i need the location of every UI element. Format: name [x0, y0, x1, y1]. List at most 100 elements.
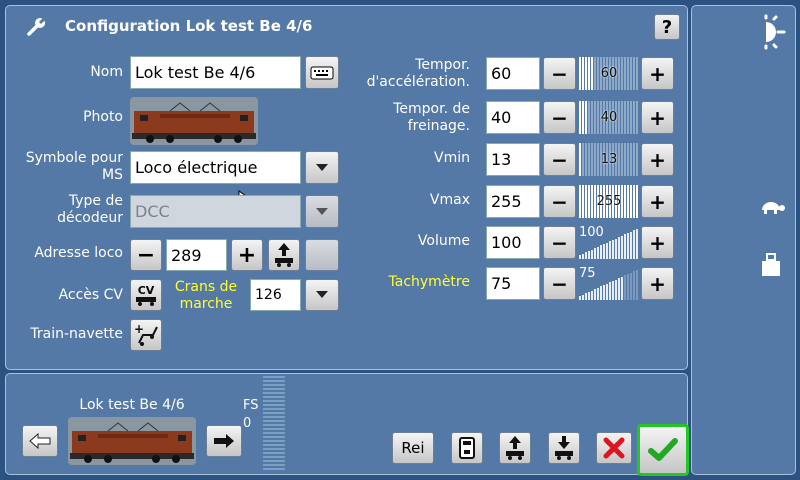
setting-minus-button[interactable]: −: [543, 101, 576, 134]
setting-value-field[interactable]: 75: [486, 267, 540, 300]
setting-minus-button[interactable]: −: [543, 226, 576, 259]
setting-slider[interactable]: 40: [579, 101, 639, 134]
ramp-tick: [621, 236, 623, 259]
help-button[interactable]: ?: [654, 14, 680, 40]
chevron-down-icon: [316, 207, 328, 215]
chevron-down-icon: [316, 291, 328, 298]
slider-value-label: 60: [600, 66, 618, 81]
ramp-tick: [615, 280, 617, 300]
keyboard-button[interactable]: [305, 56, 339, 89]
ramp-tick: [627, 233, 629, 259]
ramp-tick: [582, 254, 584, 259]
loco-photo[interactable]: [130, 97, 258, 145]
decodeur-label-1: Type de: [68, 193, 123, 209]
setting-value-field[interactable]: 255: [486, 185, 540, 218]
ramp-tick: [588, 251, 590, 259]
cv-button[interactable]: CV: [130, 279, 162, 311]
setting-slider[interactable]: 60: [579, 57, 639, 90]
decoder-button[interactable]: [451, 432, 483, 464]
setting-plus-button[interactable]: +: [641, 185, 674, 218]
setting-label-line2: Vmax: [429, 192, 470, 208]
ramp-tick: [585, 252, 587, 259]
setting-label-line2: Tachymètre: [388, 274, 470, 290]
symbole-label-1: Symbole pour: [25, 150, 123, 166]
read-loco-button[interactable]: [499, 432, 531, 464]
ramp-tick: [609, 282, 611, 300]
setting-value-field[interactable]: 60: [486, 57, 540, 90]
adresse-plus-button[interactable]: +: [231, 239, 263, 271]
setting-label-line2: Vmin: [434, 150, 470, 166]
ramp-tick: [600, 245, 602, 259]
setting-slider[interactable]: 13: [579, 143, 639, 176]
slider-value-label: 40: [600, 110, 618, 125]
ramp-tick: [594, 289, 596, 300]
confirm-button[interactable]: [637, 424, 689, 476]
setting-plus-button[interactable]: +: [641, 143, 674, 176]
setting-ramp[interactable]: 100: [579, 226, 639, 259]
ramp-tick: [630, 273, 632, 300]
setting-plus-button[interactable]: +: [641, 57, 674, 90]
next-loco-button[interactable]: [206, 425, 242, 457]
ramp-tick: [633, 271, 635, 300]
setting-label: Tempor. d'accélération.: [345, 57, 470, 91]
crans-select[interactable]: 126: [250, 279, 301, 311]
photo-label: Photo: [83, 109, 123, 125]
crans-dropdown-button[interactable]: [305, 279, 339, 311]
ramp-tick: [636, 229, 638, 259]
cancel-button[interactable]: [596, 432, 632, 464]
slider-value-label: 255: [596, 194, 622, 209]
ramp-tick: [606, 284, 608, 300]
setting-minus-button[interactable]: −: [543, 267, 576, 300]
train-navette-button[interactable]: +: [130, 319, 162, 351]
setting-value-field[interactable]: 100: [486, 226, 540, 259]
ramp-tick: [615, 239, 617, 259]
write-loco-button[interactable]: [548, 432, 580, 464]
setting-label-line1: Tempor.: [415, 57, 470, 73]
loco-icon: [136, 296, 156, 306]
setting-label-line2: Volume: [417, 233, 470, 249]
setting-plus-button[interactable]: +: [641, 267, 674, 300]
ramp-tick: [636, 270, 638, 300]
setting-value-field[interactable]: 13: [486, 143, 540, 176]
speed-bar[interactable]: [263, 376, 285, 472]
nom-field[interactable]: Lok test Be 4/6: [130, 56, 301, 89]
adresse-minus-button[interactable]: −: [130, 239, 162, 271]
ramp-tick: [603, 285, 605, 300]
adresse-label: Adresse loco: [34, 245, 123, 261]
setting-ramp[interactable]: 75: [579, 267, 639, 300]
ramp-tick: [630, 232, 632, 259]
setting-minus-button[interactable]: −: [543, 143, 576, 176]
setting-plus-button[interactable]: +: [641, 226, 674, 259]
setting-value-field[interactable]: 40: [486, 101, 540, 134]
adresse-field[interactable]: 289: [166, 239, 227, 271]
crans-label: Crans de marche: [168, 279, 244, 313]
symbole-select[interactable]: Loco électrique: [130, 151, 301, 184]
ramp-tick: [588, 292, 590, 300]
ramp-tick: [579, 255, 581, 259]
ramp-tick: [621, 277, 623, 300]
keyboard-icon: [310, 66, 334, 79]
setting-label: Vmax: [345, 192, 470, 209]
weight-icon[interactable]: [760, 253, 782, 277]
previous-loco-button[interactable]: [22, 425, 58, 457]
adresse-extra-button: [305, 239, 339, 271]
loco-read-button[interactable]: [268, 239, 300, 271]
decodeur-label: Type de décodeur: [30, 193, 123, 227]
ramp-tick: [585, 293, 587, 300]
setting-minus-button[interactable]: −: [543, 185, 576, 218]
setting-minus-button[interactable]: −: [543, 57, 576, 90]
reset-button[interactable]: Rei: [392, 432, 434, 464]
brightness-icon[interactable]: [752, 14, 788, 50]
setting-slider[interactable]: 255: [579, 185, 639, 218]
slider-value-label: 13: [600, 152, 618, 167]
chevron-down-icon: [316, 163, 328, 171]
turtle-icon[interactable]: [758, 198, 786, 216]
setting-plus-button[interactable]: +: [641, 101, 674, 134]
ramp-tick: [627, 274, 629, 300]
loco-download-icon: [555, 436, 573, 460]
symbole-dropdown-button[interactable]: [305, 151, 339, 184]
side-panel: [691, 5, 796, 475]
acces-cv-label: Accès CV: [58, 287, 123, 303]
bottom-loco-photo[interactable]: [68, 417, 196, 465]
wrench-icon: [26, 15, 48, 37]
